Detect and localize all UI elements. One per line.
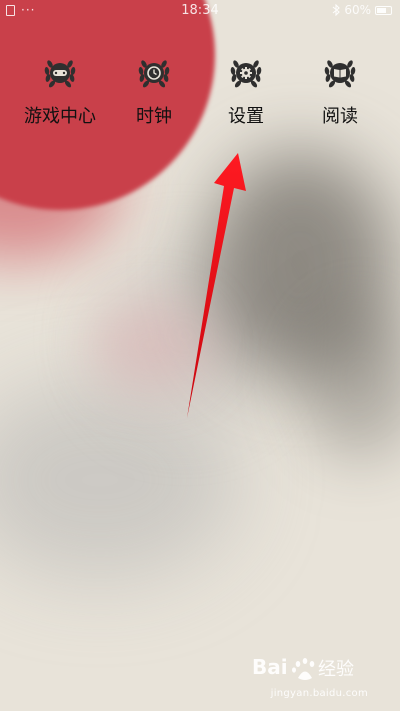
app-clock[interactable]: 时钟 <box>104 50 204 130</box>
book-icon <box>324 60 356 88</box>
wallpaper-blur-pink <box>90 300 210 390</box>
app-game-center[interactable]: 游戏中心 <box>10 50 110 130</box>
app-reading[interactable]: 阅读 <box>290 50 390 130</box>
app-label: 阅读 <box>322 106 358 127</box>
app-label: 时钟 <box>136 106 172 127</box>
watermark-url: jingyan.baidu.com <box>270 688 368 699</box>
clock-icon <box>138 60 170 88</box>
status-right: 60% <box>332 3 392 17</box>
battery-icon <box>375 5 392 15</box>
baidu-logo: Bai 经验 <box>252 655 354 680</box>
battery-percent: 60% <box>344 3 371 17</box>
bluetooth-icon <box>332 4 341 16</box>
gamepad-icon <box>44 60 76 88</box>
app-label: 设置 <box>228 106 264 127</box>
svg-text:经验: 经验 <box>318 659 354 680</box>
app-label: 游戏中心 <box>24 106 96 127</box>
svg-text:Bai: Bai <box>252 655 288 679</box>
app-settings[interactable]: 设置 <box>196 50 296 130</box>
home-screen: ··· 18:34 60% 游戏中心 时钟 设置 阅读 Bai 经验 jingy… <box>0 0 400 711</box>
baidu-jingyan-watermark: Bai 经验 jingyan.baidu.com <box>250 650 390 704</box>
app-row: 游戏中心 时钟 设置 阅读 <box>0 50 400 130</box>
gear-icon <box>230 60 262 88</box>
status-bar: ··· 18:34 60% <box>0 0 400 22</box>
